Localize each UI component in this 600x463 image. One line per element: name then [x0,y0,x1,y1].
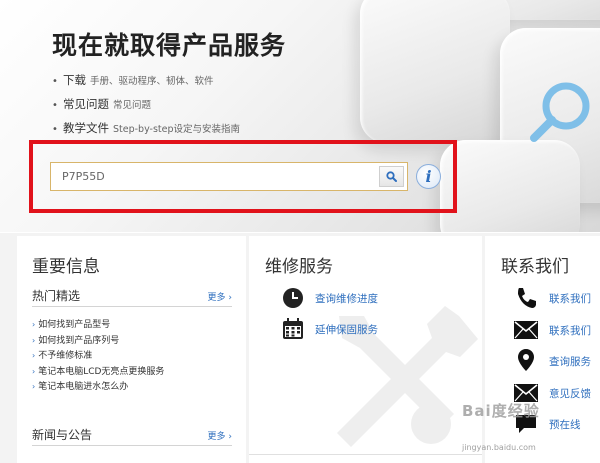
watermark: Bai度经验 [462,402,540,420]
hero-item-label: 教学文件 [63,121,109,135]
hot-picks-label: 热门精选 [32,289,81,303]
contact-panel: 联系我们 联系我们 联系我们 查询服务 意见反馈 预在线 [485,236,600,463]
magnifier-decor-icon [530,82,590,142]
hot-picks-list: › 如何找到产品型号 › 如何找到产品序列号 › 不予维修标准 › 笔记本电脑LCD无亮… [32,317,164,395]
search-bar [50,162,408,191]
info-icon[interactable]: i [416,164,441,189]
news-header: 新闻与公告 更多 › [32,426,232,446]
arrow-icon: › [32,351,36,360]
list-item-label: 笔记本电脑LCD无亮点更换服务 [38,366,165,377]
contact-label: 意见反馈 [549,387,591,400]
repair-status-link[interactable]: 查询维修进度 [281,286,378,310]
contact-label: 联系我们 [549,324,591,337]
hero-item-label: 常见问题 [63,97,109,111]
watermark-url: jingyan.baidu.com [462,443,536,452]
hero-item-sub: 常见问题 [113,100,152,111]
hero-item-sub: 手册、驱动程序、韧体、软件 [90,76,214,87]
hot-picks-header: 热门精选 更多 › [32,287,232,307]
hot-picks-more-link[interactable]: 更多 › [208,290,232,303]
news-label: 新闻与公告 [32,428,93,442]
map-pin-icon [513,349,539,373]
important-info-title: 重要信息 [32,257,100,277]
arrow-icon: › [32,382,36,391]
extended-warranty-link[interactable]: 延伸保固服务 [281,317,378,341]
extended-warranty-label: 延伸保固服务 [315,323,378,336]
clock-icon [281,286,305,310]
search-input[interactable] [51,163,379,190]
list-item[interactable]: › 如何找到产品型号 [32,317,164,333]
search-icon [386,171,397,182]
bullet-icon: • [52,76,58,87]
hero-item-download[interactable]: • 下载 手册、驱动程序、韧体、软件 [52,72,240,96]
support-sections: 重要信息 热门精选 更多 › › 如何找到产品型号 › 如何找到产品序列号 › 不予维… [0,233,600,463]
hero-item-faq[interactable]: • 常见问题 常见问题 [52,96,240,120]
list-item[interactable]: › 笔记本电脑LCD无亮点更换服务 [32,364,164,380]
hero-item-label: 下载 [63,73,86,87]
list-item[interactable]: › 不予维修标准 [32,348,164,364]
contact-phone-link[interactable]: 联系我们 [513,286,591,310]
important-info-panel: 重要信息 热门精选 更多 › › 如何找到产品型号 › 如何找到产品序列号 › 不予维… [17,236,246,463]
list-item-label: 如何找到产品型号 [38,320,111,330]
bullet-icon: • [52,100,58,111]
repair-status-label: 查询维修进度 [315,292,378,305]
contact-title: 联系我们 [501,257,569,277]
list-item-label: 不予维修标准 [38,351,93,361]
arrow-icon: › [32,366,36,376]
arrow-icon: › [32,320,36,329]
repair-service-title: 维修服务 [265,257,333,277]
contact-label: 预在线 [549,418,581,431]
list-item-label: 笔记本电脑进水怎么办 [38,382,129,392]
contact-label: 联系我们 [549,292,591,305]
phone-icon [513,286,539,310]
contact-mail-link[interactable]: 联系我们 [513,318,591,342]
list-item[interactable]: › 如何找到产品序列号 [32,333,164,349]
service-locator-link[interactable]: 查询服务 [513,349,591,373]
news-more-link[interactable]: 更多 › [208,429,232,442]
hero-title: 现在就取得产品服务 [52,31,287,60]
hero-item-sub: Step-by-step设定与安装指南 [113,124,241,135]
list-item-label: 如何找到产品序列号 [38,335,120,346]
list-item[interactable]: › 笔记本电脑进水怎么办 [32,379,164,395]
divider [249,454,482,455]
bullet-icon: • [52,124,58,135]
arrow-icon: › [32,335,36,345]
hero-banner: 现在就取得产品服务 • 下载 手册、驱动程序、韧体、软件 • 常见问题 常见问题… [0,0,600,232]
mail-icon [513,318,539,342]
calendar-icon [281,317,305,341]
contact-label: 查询服务 [549,355,591,368]
hero-feature-list: • 下载 手册、驱动程序、韧体、软件 • 常见问题 常见问题 • 教学文件 St… [52,72,240,144]
decor-key [360,0,510,143]
repair-service-panel: 维修服务 查询维修进度 延伸保固服务 [249,236,482,463]
search-button[interactable] [379,166,404,187]
